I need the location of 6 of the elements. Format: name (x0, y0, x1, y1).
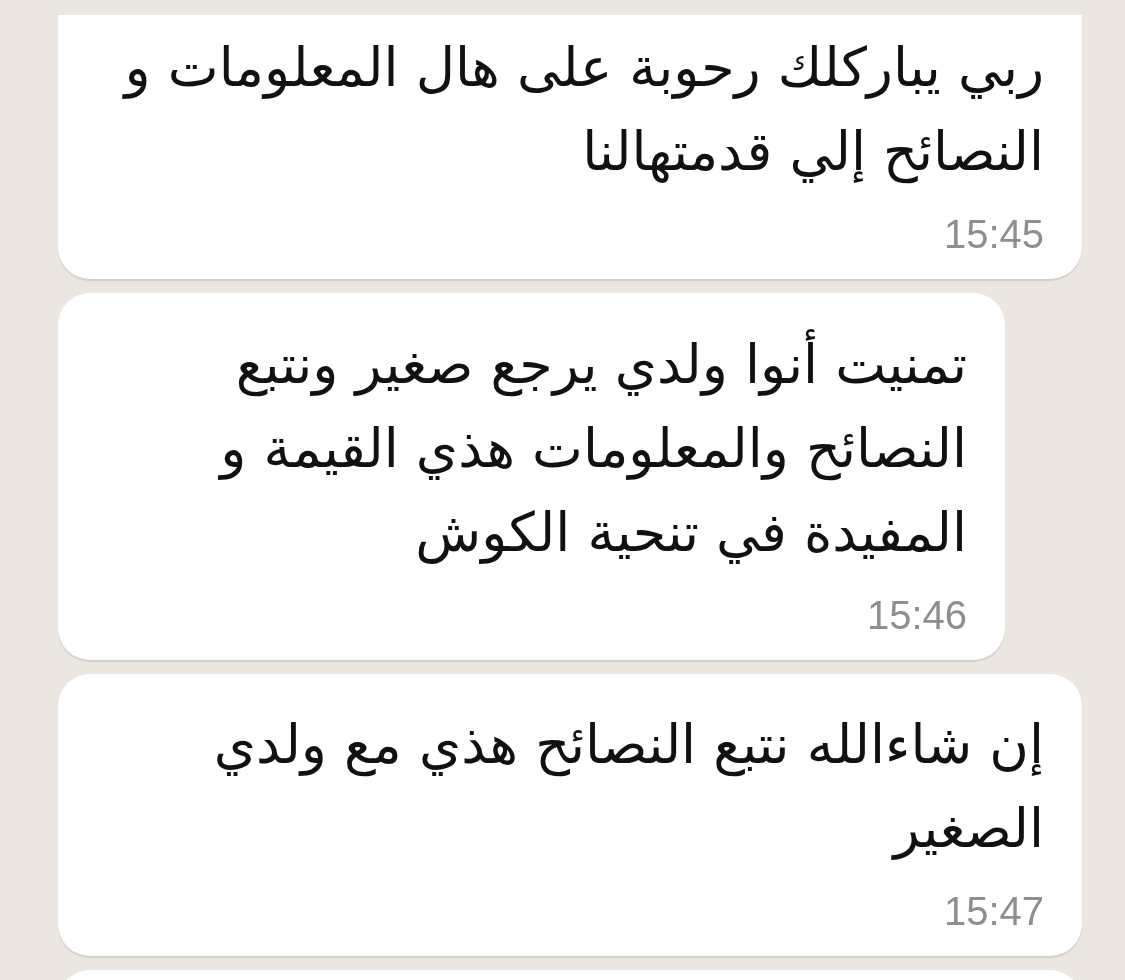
message-time: 15:46 (866, 595, 967, 635)
message-time: 15:45 (943, 214, 1044, 254)
message-text: ربي يباركلك رحوبة على هال المعلومات و النصائح إلي قدمتهالنا (121, 35, 1044, 186)
message-time: 15:47 (943, 891, 1044, 931)
message-text: تمنيت أنوا ولدي يرجع صغير ونتبع النصائح والمعلومات هذي القيمة و المفيدة في تنحية الكوش (94, 323, 967, 575)
message-text: إن شاءالله نتبع النصائح هذي مع ولدي الصغير (212, 712, 1044, 862)
